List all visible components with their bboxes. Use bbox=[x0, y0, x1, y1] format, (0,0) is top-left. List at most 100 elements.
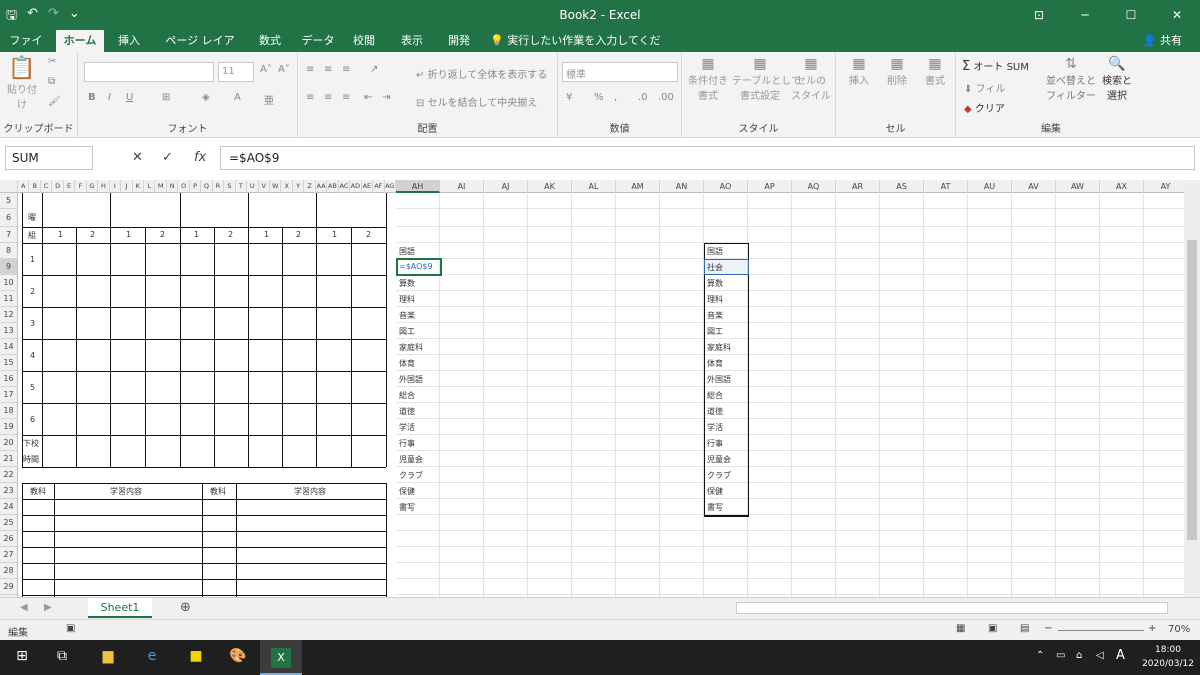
tray-chevron-icon[interactable]: ⌃ bbox=[1036, 650, 1044, 661]
find-select-button[interactable]: 🔍 検索と 選択 bbox=[1096, 56, 1138, 102]
align-left-icon[interactable]: ≡ bbox=[306, 92, 314, 103]
row-header-17[interactable]: 17 bbox=[0, 387, 18, 403]
align-center-icon[interactable]: ≡ bbox=[324, 92, 332, 103]
name-box[interactable]: SUM bbox=[5, 146, 93, 170]
column-header-R[interactable]: R bbox=[213, 180, 225, 193]
row-header-21[interactable]: 21 bbox=[0, 451, 18, 467]
tab-7[interactable]: 表示 bbox=[398, 30, 426, 52]
currency-icon[interactable]: ¥ bbox=[566, 92, 572, 103]
row-header-10[interactable]: 10 bbox=[0, 275, 18, 291]
tab-0[interactable]: ファイル bbox=[6, 30, 46, 69]
comma-icon[interactable]: , bbox=[614, 92, 617, 103]
new-sheet-icon[interactable]: ⊕ bbox=[180, 600, 191, 615]
scroll-tabs-left-icon[interactable]: ◀ bbox=[20, 602, 28, 613]
windows-start-icon[interactable]: ⊞ bbox=[12, 648, 32, 668]
ribbon-display-options-icon[interactable]: ⊡ bbox=[1016, 0, 1062, 30]
column-header-AK[interactable]: AK bbox=[528, 180, 572, 193]
format-painter-icon[interactable]: 🖌 bbox=[48, 96, 61, 107]
restore-icon[interactable]: ☐ bbox=[1108, 0, 1154, 30]
shrink-font-icon[interactable]: A˅ bbox=[278, 64, 290, 75]
column-header-AD[interactable]: AD bbox=[350, 180, 362, 193]
row-header-15[interactable]: 15 bbox=[0, 355, 18, 371]
column-header-K[interactable]: K bbox=[133, 180, 144, 193]
column-header-T[interactable]: T bbox=[236, 180, 248, 193]
active-cell-ah9[interactable] bbox=[396, 258, 442, 276]
column-header-F[interactable]: F bbox=[75, 180, 87, 193]
clear-button[interactable]: ◆ クリア bbox=[964, 100, 1005, 115]
column-header-X[interactable]: X bbox=[281, 180, 293, 193]
copy-icon[interactable]: ⧉ bbox=[48, 76, 55, 87]
align-right-icon[interactable]: ≡ bbox=[342, 92, 350, 103]
column-header-AH[interactable]: AH bbox=[396, 180, 440, 193]
column-header-AX[interactable]: AX bbox=[1100, 180, 1144, 193]
tell-me-box[interactable]: 💡 実行したい作業を入力してください... bbox=[490, 30, 670, 69]
row-header-8[interactable]: 8 bbox=[0, 243, 18, 259]
macro-record-icon[interactable]: ▣ bbox=[66, 623, 75, 634]
sort-filter-button[interactable]: ⇅ 並べ替えと フィルター bbox=[1046, 56, 1096, 102]
column-header-O[interactable]: O bbox=[178, 180, 190, 193]
row-header-16[interactable]: 16 bbox=[0, 371, 18, 387]
insert-cells-button[interactable]: ▦ 挿入 bbox=[842, 56, 876, 87]
row-header-24[interactable]: 24 bbox=[0, 499, 18, 515]
row-header-26[interactable]: 26 bbox=[0, 531, 18, 547]
row-header-27[interactable]: 27 bbox=[0, 547, 18, 563]
column-header-U[interactable]: U bbox=[247, 180, 259, 193]
row-header-22[interactable]: 22 bbox=[0, 467, 18, 483]
column-header-AV[interactable]: AV bbox=[1012, 180, 1056, 193]
column-header-AF[interactable]: AF bbox=[373, 180, 385, 193]
column-header-AY[interactable]: AY bbox=[1144, 180, 1188, 193]
percent-icon[interactable]: % bbox=[594, 92, 604, 103]
file-explorer-icon[interactable]: ▆ bbox=[98, 648, 118, 668]
conditional-format-button[interactable]: ▦ 条件付き 書式 bbox=[684, 56, 732, 102]
column-header-AA[interactable]: AA bbox=[316, 180, 328, 193]
column-header-Y[interactable]: Y bbox=[293, 180, 305, 193]
column-header-C[interactable]: C bbox=[41, 180, 53, 193]
ime-indicator[interactable]: A bbox=[1116, 648, 1125, 663]
bold-icon[interactable]: B bbox=[88, 92, 96, 103]
clock[interactable]: 18:00 2020/03/12 bbox=[1140, 643, 1196, 671]
row-header-18[interactable]: 18 bbox=[0, 403, 18, 419]
column-header-N[interactable]: N bbox=[167, 180, 179, 193]
column-header-AB[interactable]: AB bbox=[327, 180, 339, 193]
orientation-icon[interactable]: ↗ bbox=[370, 64, 378, 75]
column-header-AG[interactable]: AG bbox=[385, 180, 396, 193]
increase-decimal-icon[interactable]: .0 bbox=[638, 92, 648, 103]
worksheet-grid[interactable]: 5 6 7 8 9 10 11 12 13 14 15 16 17 18 19 20 21 22 23 24 25 26 2… bbox=[0, 193, 1184, 597]
internet-explorer-icon[interactable]: e bbox=[142, 648, 162, 668]
select-all-corner[interactable] bbox=[0, 180, 18, 193]
minimize-icon[interactable]: ─ bbox=[1062, 0, 1108, 30]
page-break-view-icon[interactable]: ▤ bbox=[1020, 623, 1029, 634]
column-header-G[interactable]: G bbox=[87, 180, 99, 193]
column-header-AC[interactable]: AC bbox=[339, 180, 351, 193]
horizontal-scrollbar[interactable] bbox=[736, 602, 1168, 614]
task-view-icon[interactable]: ⧉ bbox=[52, 648, 72, 668]
row-header-12[interactable]: 12 bbox=[0, 307, 18, 323]
font-size-select[interactable]: 11 bbox=[218, 62, 254, 82]
merge-center-button[interactable]: ⊟ セルを結合して中央揃え bbox=[416, 94, 537, 109]
align-top-icon[interactable]: ≡ bbox=[306, 64, 314, 75]
column-header-B[interactable]: B bbox=[29, 180, 41, 193]
column-header-H[interactable]: H bbox=[98, 180, 110, 193]
zoom-out-icon[interactable]: − bbox=[1044, 623, 1052, 634]
fill-button[interactable]: ⬇ フィル bbox=[964, 80, 1005, 95]
sheet-tab-sheet1[interactable]: Sheet1 bbox=[88, 598, 152, 618]
row-header-14[interactable]: 14 bbox=[0, 339, 18, 355]
column-header-AN[interactable]: AN bbox=[660, 180, 704, 193]
row-header-25[interactable]: 25 bbox=[0, 515, 18, 531]
align-bottom-icon[interactable]: ≡ bbox=[342, 64, 350, 75]
referenced-cell-ao9[interactable] bbox=[704, 259, 749, 275]
fill-color-icon[interactable]: ◈ bbox=[202, 92, 210, 103]
sticky-notes-icon[interactable]: ■ bbox=[186, 648, 206, 668]
normal-view-icon[interactable]: ▦ bbox=[956, 623, 965, 634]
row-header-13[interactable]: 13 bbox=[0, 323, 18, 339]
page-layout-view-icon[interactable]: ▣ bbox=[988, 623, 997, 634]
column-header-AE[interactable]: AE bbox=[362, 180, 374, 193]
tab-5[interactable]: データ bbox=[300, 30, 336, 52]
column-header-S[interactable]: S bbox=[224, 180, 236, 193]
vertical-scroll-thumb[interactable] bbox=[1187, 240, 1197, 540]
paint-icon[interactable]: 🎨 bbox=[228, 648, 248, 668]
column-header-A[interactable]: A bbox=[18, 180, 30, 193]
row-header-11[interactable]: 11 bbox=[0, 291, 18, 307]
cell-styles-button[interactable]: ▦ セルの スタイル bbox=[788, 56, 834, 102]
autosum-button[interactable]: Σ オート SUM bbox=[962, 58, 1029, 74]
